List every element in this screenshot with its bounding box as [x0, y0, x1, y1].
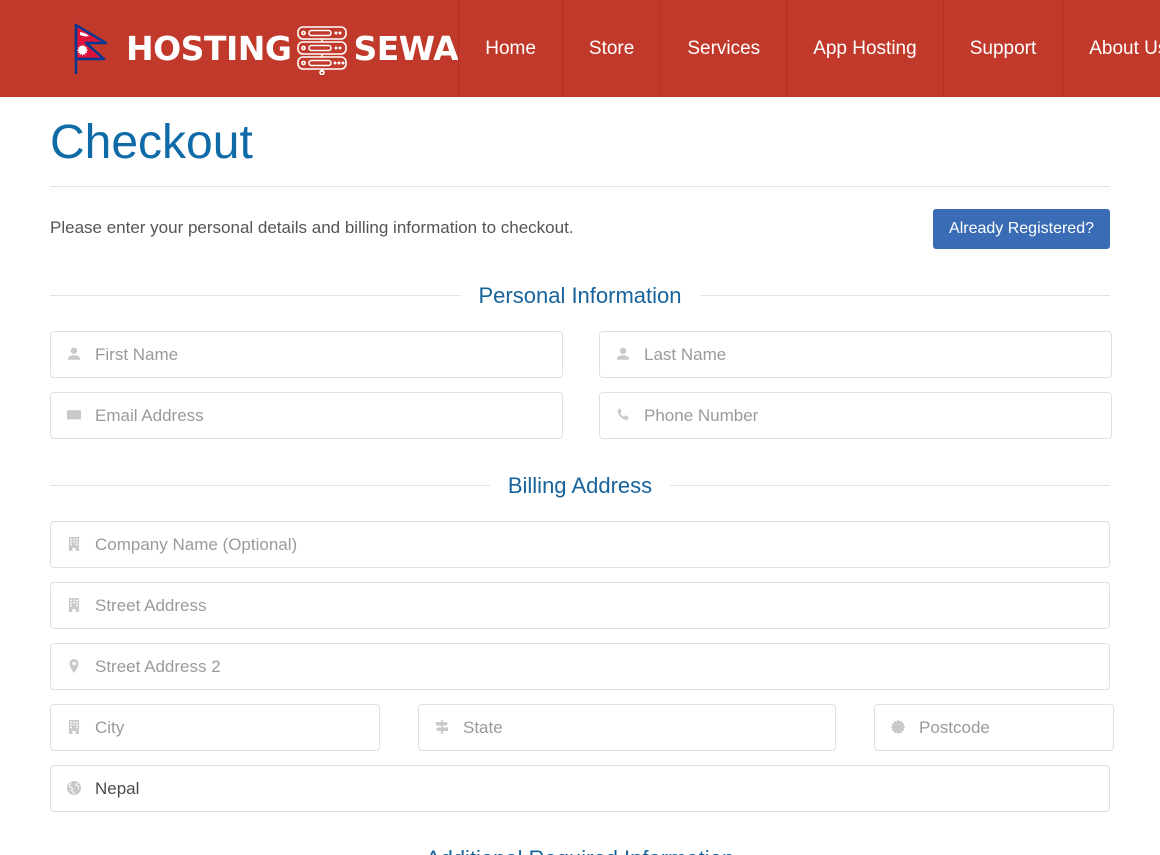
brand-word-one: HOSTING	[126, 29, 292, 68]
company-row: Company Name (Optional)	[50, 520, 1110, 568]
postcode-placeholder: Postcode	[919, 717, 990, 737]
city-state-postcode-row: City State Postcode	[50, 703, 1114, 751]
phone-input[interactable]: Phone Number	[599, 391, 1112, 439]
title-divider	[50, 185, 1110, 187]
section-rule-right	[699, 295, 1110, 297]
already-registered-button[interactable]: Already Registered?	[933, 208, 1110, 249]
section-label: Personal Information	[478, 282, 682, 308]
nav-item-services[interactable]: Services	[660, 0, 786, 97]
street-address-2-placeholder: Street Address 2	[95, 656, 221, 676]
building-icon	[65, 535, 83, 553]
street-address-2-input[interactable]: Street Address 2	[50, 642, 1110, 690]
street-address-input[interactable]: Street Address	[50, 581, 1110, 629]
user-icon	[65, 345, 83, 363]
building-icon	[65, 718, 83, 736]
map-marker-icon	[65, 657, 83, 675]
state-input[interactable]: State	[418, 703, 836, 751]
section-header-additional-required-information: Additional Required Information	[50, 846, 1110, 855]
email-placeholder: Email Address	[95, 405, 204, 425]
last-name-input[interactable]: Last Name	[599, 330, 1112, 378]
contact-row: Email Address Phone Number	[50, 391, 1112, 439]
city-placeholder: City	[95, 717, 125, 737]
nav-item-app-hosting[interactable]: App Hosting	[786, 0, 943, 97]
nav-item-support[interactable]: Support	[942, 0, 1063, 97]
intro-row: Please enter your personal details and b…	[50, 208, 1110, 249]
country-row: Nepal	[50, 764, 1110, 812]
brand-word-two: SEWA	[353, 29, 459, 68]
site-header: HOSTING SEWA Home Store Services App Hos…	[0, 0, 1160, 97]
section-header-billing-address: Billing Address	[50, 473, 1110, 499]
postcode-input[interactable]: Postcode	[874, 703, 1114, 751]
section-rule-right	[670, 485, 1110, 487]
phone-icon	[614, 406, 632, 424]
state-placeholder: State	[463, 717, 503, 737]
phone-placeholder: Phone Number	[644, 405, 759, 425]
certificate-icon	[889, 718, 907, 736]
city-input[interactable]: City	[50, 703, 380, 751]
envelope-icon	[65, 406, 83, 424]
main-navigation: Home Store Services App Hosting Support …	[458, 0, 1160, 97]
page-title: Checkout	[50, 116, 253, 169]
email-input[interactable]: Email Address	[50, 391, 563, 439]
country-select[interactable]: Nepal	[50, 764, 1110, 812]
checkout-page: Checkout Please enter your personal deta…	[50, 97, 1114, 855]
intro-text: Please enter your personal details and b…	[50, 217, 574, 237]
street-address-placeholder: Street Address	[95, 595, 207, 615]
country-value: Nepal	[95, 778, 140, 798]
street-address-row: Street Address	[50, 581, 1110, 629]
street-address-2-row: Street Address 2	[50, 642, 1110, 690]
nav-item-store[interactable]: Store	[561, 0, 660, 97]
first-name-placeholder: First Name	[95, 344, 179, 364]
name-row: First Name Last Name	[50, 330, 1112, 378]
section-header-personal-information: Personal Information	[50, 283, 1110, 309]
first-name-input[interactable]: First Name	[50, 330, 563, 378]
user-icon	[614, 345, 632, 363]
server-rack-icon	[292, 23, 352, 75]
globe-icon	[65, 779, 83, 797]
map-signs-icon	[433, 718, 451, 736]
nav-item-about-us[interactable]: About Us	[1062, 0, 1160, 97]
brand-logo[interactable]: HOSTING SEWA	[0, 0, 459, 97]
section-rule-left	[50, 485, 490, 487]
nepal-flag-icon	[72, 23, 114, 75]
section-label: Additional Required Information	[426, 846, 734, 855]
company-name-input[interactable]: Company Name (Optional)	[50, 520, 1110, 568]
last-name-placeholder: Last Name	[644, 344, 727, 364]
section-rule-left	[50, 295, 461, 297]
building-icon	[65, 596, 83, 614]
company-name-placeholder: Company Name (Optional)	[95, 534, 298, 554]
nav-item-home[interactable]: Home	[458, 0, 562, 97]
brand-text: HOSTING SEWA	[126, 23, 459, 75]
section-label: Billing Address	[507, 472, 653, 498]
